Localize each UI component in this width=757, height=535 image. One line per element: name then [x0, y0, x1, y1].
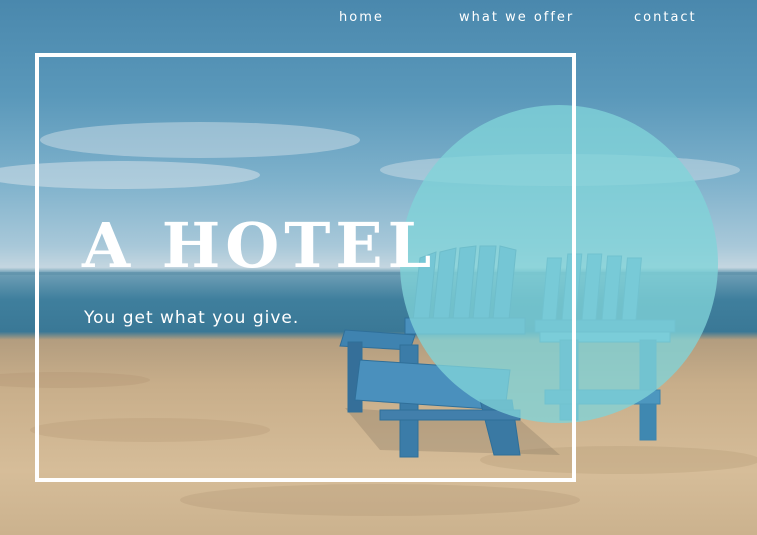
hero-title: A HOTEL	[82, 209, 437, 282]
hero-subtitle: You get what you give.	[84, 308, 300, 328]
top-navigation: home what we offer contact	[0, 8, 757, 28]
hero-section: A HOTEL You get what you give. home what…	[0, 0, 757, 535]
nav-link-contact[interactable]: contact	[634, 10, 697, 25]
nav-link-home[interactable]: home	[339, 10, 384, 25]
nav-link-what-we-offer[interactable]: what we offer	[459, 10, 574, 25]
